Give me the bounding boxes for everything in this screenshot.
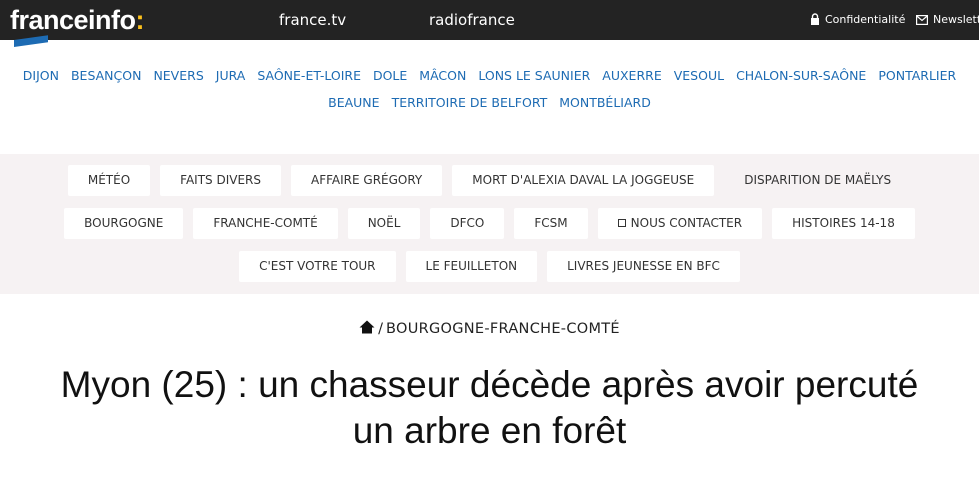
region-link-besancon[interactable]: BESANÇON bbox=[71, 68, 141, 83]
tag-faits-divers[interactable]: FAITS DIVERS bbox=[160, 165, 281, 196]
tag-dfco[interactable]: DFCO bbox=[430, 208, 505, 239]
region-link-montbeliard[interactable]: MONTBÉLIARD bbox=[559, 95, 651, 110]
tag-nous-contacter-label: NOUS CONTACTER bbox=[630, 216, 743, 230]
tag-disparition-maelys[interactable]: DISPARITION DE MAËLYS bbox=[724, 165, 911, 196]
tag-franche-comte[interactable]: FRANCHE-COMTÉ bbox=[193, 208, 338, 239]
region-link-chalon-sur-saone[interactable]: CHALON-SUR-SAÔNE bbox=[736, 68, 866, 83]
tag-histoires-14-18[interactable]: HISTOIRES 14-18 bbox=[772, 208, 915, 239]
breadcrumb-current[interactable]: BOURGOGNE-FRANCHE-COMTÉ bbox=[386, 321, 620, 337]
newsletter-link[interactable]: Newsletter bbox=[916, 0, 979, 40]
home-icon[interactable] bbox=[359, 320, 375, 338]
region-link-vesoul[interactable]: VESOUL bbox=[674, 68, 724, 83]
regions-row-1: DIJON BESANÇON NEVERS JURA SAÔNE-ET-LOIRE DOL… bbox=[0, 62, 979, 89]
regions-nav: DIJON BESANÇON NEVERS JURA SAÔNE-ET-LOIRE DOL… bbox=[0, 62, 979, 116]
tag-row-3: C'EST VOTRE TOUR LE FEUILLETON LIVRES JE… bbox=[0, 251, 979, 282]
breadcrumb: / BOURGOGNE-FRANCHE-COMTÉ bbox=[0, 320, 979, 338]
tag-fcsm[interactable]: FCSM bbox=[514, 208, 588, 239]
nav-link-france-tv[interactable]: france.tv bbox=[279, 0, 346, 40]
privacy-link[interactable]: Confidentialité bbox=[810, 0, 905, 40]
tag-mort-alexia-daval[interactable]: MORT D'ALEXIA DAVAL LA JOGGEUSE bbox=[452, 165, 715, 196]
tag-nous-contacter[interactable]: NOUS CONTACTER bbox=[597, 208, 763, 239]
region-link-pontarlier[interactable]: PONTARLIER bbox=[878, 68, 956, 83]
tag-affaire-gregory[interactable]: AFFAIRE GRÉGORY bbox=[291, 165, 443, 196]
region-link-dole[interactable]: DOLE bbox=[373, 68, 407, 83]
privacy-label: Confidentialité bbox=[825, 13, 906, 26]
envelope-icon bbox=[916, 15, 929, 26]
top-bar: franceinfo: france.tv radiofrance Confid… bbox=[0, 0, 979, 40]
breadcrumb-separator: / bbox=[378, 321, 383, 337]
tag-cest-votre-tour[interactable]: C'EST VOTRE TOUR bbox=[239, 251, 396, 282]
article-title: Myon (25) : un chasseur décède après avo… bbox=[60, 364, 919, 451]
region-link-beaune[interactable]: BEAUNE bbox=[328, 95, 379, 110]
region-link-saone-et-loire[interactable]: SAÔNE-ET-LOIRE bbox=[257, 68, 361, 83]
contact-box-icon bbox=[617, 219, 626, 227]
region-link-lons-le-saunier[interactable]: LONS LE SAUNIER bbox=[478, 68, 590, 83]
region-link-jura[interactable]: JURA bbox=[216, 68, 246, 83]
tag-row-2: BOURGOGNE FRANCHE-COMTÉ NOËL DFCO FCSM N… bbox=[0, 208, 979, 239]
tag-bourgogne[interactable]: BOURGOGNE bbox=[64, 208, 184, 239]
region-link-nevers[interactable]: NEVERS bbox=[153, 68, 203, 83]
newsletter-label: Newsletter bbox=[933, 13, 979, 26]
franceinfo-logo[interactable]: franceinfo: bbox=[10, 3, 145, 37]
tag-row-1: MÉTÉO FAITS DIVERS AFFAIRE GRÉGORY MORT … bbox=[0, 165, 979, 196]
region-link-macon[interactable]: MÂCON bbox=[419, 68, 466, 83]
nav-link-radiofrance[interactable]: radiofrance bbox=[429, 0, 515, 40]
tag-livres-jeunesse[interactable]: LIVRES JEUNESSE EN BFC bbox=[547, 251, 740, 282]
region-link-territoire-de-belfort[interactable]: TERRITOIRE DE BELFORT bbox=[392, 95, 548, 110]
tag-noel[interactable]: NOËL bbox=[347, 208, 421, 239]
lock-icon bbox=[811, 13, 819, 25]
region-link-dijon[interactable]: DIJON bbox=[23, 68, 59, 83]
regions-row-2: BEAUNE TERRITOIRE DE BELFORT MONTBÉLIARD bbox=[0, 89, 979, 116]
tag-le-feuilleton[interactable]: LE FEUILLETON bbox=[405, 251, 538, 282]
topic-tags: MÉTÉO FAITS DIVERS AFFAIRE GRÉGORY MORT … bbox=[0, 154, 979, 294]
region-link-auxerre[interactable]: AUXERRE bbox=[602, 68, 661, 83]
tag-meteo[interactable]: MÉTÉO bbox=[67, 165, 151, 196]
